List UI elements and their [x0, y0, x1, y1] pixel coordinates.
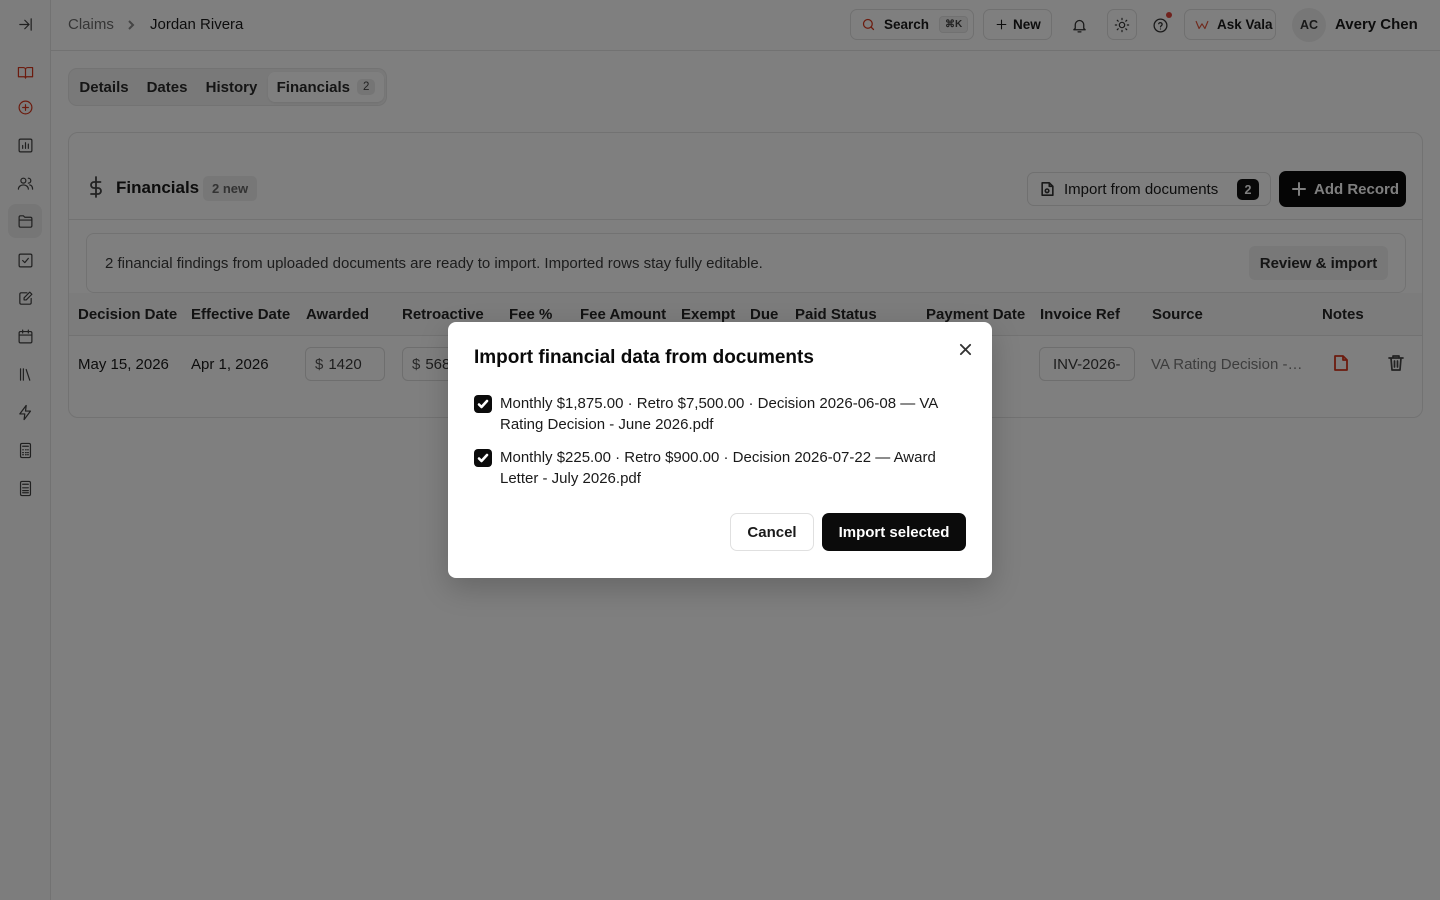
option-label[interactable]: Monthly $225.00 · Retro $900.00 · Decisi… — [500, 447, 956, 489]
check-icon — [477, 453, 489, 463]
option-label[interactable]: Monthly $1,875.00 · Retro $7,500.00 · De… — [500, 393, 956, 435]
dialog-title: Import financial data from documents — [474, 347, 814, 368]
import-option: Monthly $1,875.00 · Retro $7,500.00 · De… — [474, 393, 954, 435]
import-option: Monthly $225.00 · Retro $900.00 · Decisi… — [474, 447, 954, 489]
check-icon — [477, 399, 489, 409]
option-checkbox[interactable] — [474, 449, 492, 467]
import-financial-data-dialog: Import financial data from documents Mon… — [448, 322, 992, 578]
import-selected-button[interactable]: Import selected — [822, 513, 966, 551]
option-checkbox[interactable] — [474, 395, 492, 413]
close-icon[interactable] — [956, 340, 974, 358]
cancel-button[interactable]: Cancel — [730, 513, 814, 551]
